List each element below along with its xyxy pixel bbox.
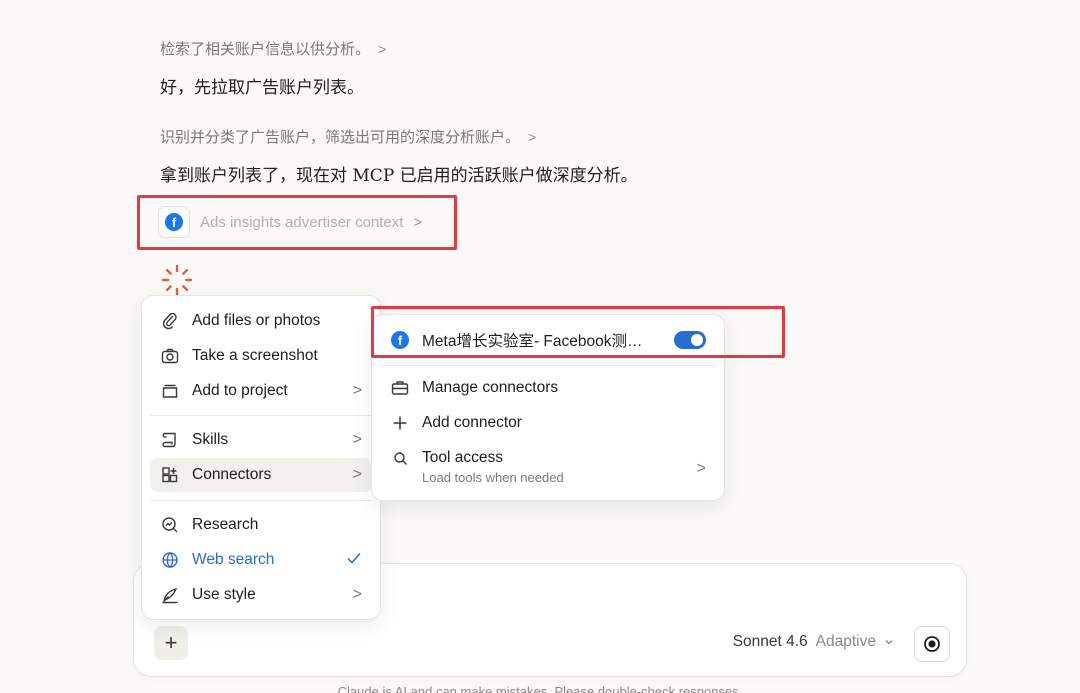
menu-web-search-label: Web search (192, 551, 275, 568)
grid-plus-icon (160, 466, 180, 484)
connector-meta-label: Meta增长实验室- Facebook测… (422, 333, 643, 350)
menu-divider (150, 500, 372, 501)
connector-meta-item[interactable]: f Meta增长实验室- Facebook测… (380, 323, 716, 357)
step-summary-2-text: 识别并分类了广告账户，筛选出可用的深度分析账户。 (160, 129, 521, 146)
menu-skills[interactable]: Skills > (150, 423, 372, 457)
menu-connectors[interactable]: Connectors > (150, 458, 372, 492)
scroll-icon (160, 431, 180, 449)
menu-add-files-label: Add files or photos (192, 312, 321, 329)
chevron-right-icon: > (352, 586, 362, 603)
connector-toggle[interactable] (674, 331, 706, 349)
tool-access-text: Tool access Load tools when needed (422, 449, 564, 485)
menu-research-label: Research (192, 516, 259, 533)
chevron-right-icon: > (696, 460, 706, 477)
menu-take-screenshot[interactable]: Take a screenshot (150, 339, 372, 373)
facebook-icon: f (390, 331, 410, 349)
add-connector[interactable]: Add connector (380, 406, 716, 440)
globe-icon (160, 551, 180, 569)
menu-add-to-project[interactable]: Add to project > (150, 374, 372, 408)
menu-take-screenshot-label: Take a screenshot (192, 347, 318, 364)
step-summary-2[interactable]: 识别并分类了广告账户，筛选出可用的深度分析账户。 > (160, 126, 536, 147)
manage-connectors-label: Manage connectors (422, 379, 559, 396)
menu-divider (150, 415, 372, 416)
menu-add-files[interactable]: Add files or photos (150, 304, 372, 338)
step-summary-1-text: 检索了相关账户信息以供分析。 (160, 41, 371, 58)
manage-connectors[interactable]: Manage connectors (380, 371, 716, 405)
assistant-message-1: 好，先拉取广告账户列表。 (160, 78, 364, 98)
menu-use-style-label: Use style (192, 586, 256, 603)
menu-skills-label: Skills (192, 431, 229, 448)
plus-icon[interactable]: + (154, 626, 188, 660)
chevron-right-icon: > (352, 466, 362, 483)
project-icon (160, 383, 180, 399)
attach-menu: Add files or photos Take a screenshot Ad… (141, 295, 381, 620)
tool-access[interactable]: Tool access Load tools when needed > (380, 443, 716, 489)
paperclip-icon (160, 312, 180, 330)
loading-spinner-icon (161, 264, 193, 296)
connectors-submenu: f Meta增长实验室- Facebook测… Manage connector… (371, 314, 725, 501)
record-icon[interactable] (914, 626, 950, 662)
tool-call-chip[interactable]: f Ads insights advertiser context > (158, 206, 422, 238)
menu-add-to-project-label: Add to project (192, 382, 288, 399)
step-summary-1[interactable]: 检索了相关账户信息以供分析。 > (160, 38, 386, 59)
search-icon (390, 449, 410, 466)
menu-research[interactable]: Research (150, 508, 372, 542)
plus-icon (390, 415, 410, 431)
menu-web-search[interactable]: Web search (150, 543, 372, 577)
model-name: Sonnet 4.6 (732, 633, 808, 650)
camera-icon (160, 348, 180, 364)
menu-use-style[interactable]: Use style > (150, 578, 372, 612)
chevron-right-icon: > (413, 213, 423, 231)
menu-divider (380, 365, 716, 366)
chevron-down-icon (885, 640, 893, 645)
chevron-right-icon: > (352, 382, 362, 399)
pen-icon (160, 586, 180, 604)
research-icon (160, 516, 180, 534)
chevron-right-icon: > (378, 40, 387, 57)
chat-page: 检索了相关账户信息以供分析。 > 好，先拉取广告账户列表。 识别并分类了广告账户… (0, 0, 1080, 693)
toolbox-icon (390, 380, 410, 396)
assistant-message-2: 拿到账户列表了，现在对 MCP 已启用的活跃账户做深度分析。 (160, 166, 638, 186)
tool-access-sublabel: Load tools when needed (422, 470, 564, 485)
tool-access-label: Tool access (422, 449, 503, 466)
check-icon (346, 551, 362, 570)
model-mode: Adaptive (815, 633, 876, 650)
facebook-icon: f (158, 206, 190, 238)
chevron-right-icon: > (352, 431, 362, 448)
menu-connectors-label: Connectors (192, 466, 272, 483)
tool-call-label: Ads insights advertiser context (200, 213, 404, 231)
model-selector[interactable]: Sonnet 4.6 Adaptive (733, 633, 894, 651)
add-connector-label: Add connector (422, 414, 522, 431)
disclaimer-text: Claude is AI and can make mistakes. Plea… (337, 684, 743, 693)
chevron-right-icon: > (528, 128, 537, 145)
